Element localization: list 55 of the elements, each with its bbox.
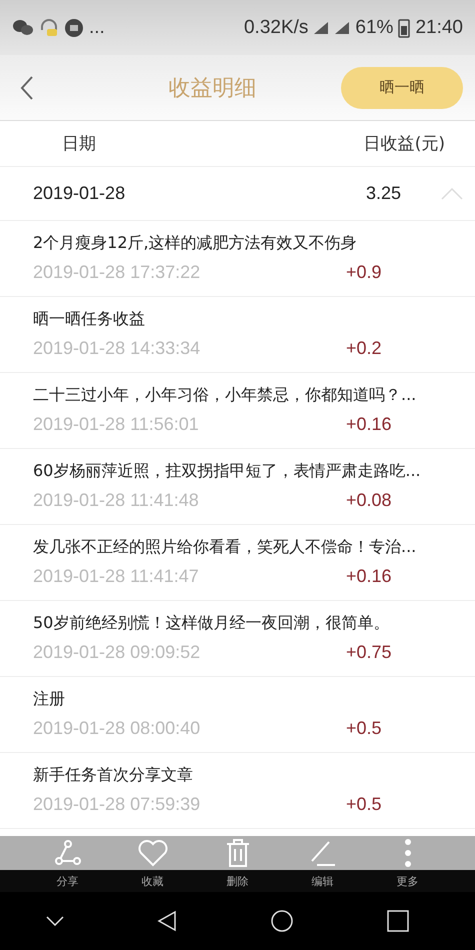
record-amount: +0.08	[346, 490, 392, 511]
date-group-row[interactable]: 2019-01-28 3.25	[0, 167, 475, 221]
group-date: 2019-01-28	[33, 183, 126, 204]
chat-icon	[12, 18, 34, 36]
group-total: 3.25	[366, 183, 401, 204]
column-header: 日收益(元)	[364, 133, 445, 155]
more-icon[interactable]	[404, 838, 412, 868]
network-speed: 0.32K/s	[244, 16, 308, 38]
recents-icon[interactable]	[386, 910, 409, 932]
record-amount: +0.16	[346, 414, 392, 435]
more-notifications: ...	[89, 16, 105, 38]
chevron-down-icon[interactable]	[46, 916, 64, 926]
clock: 21:40	[415, 16, 463, 38]
record-time: 2019-01-28 11:41:47	[33, 566, 200, 587]
share-button[interactable]: 晒一晒	[341, 66, 463, 108]
record-time: 2019-01-28 09:09:52	[33, 642, 202, 663]
record-time: 2019-01-28 11:41:48	[33, 490, 200, 511]
toolbar-label[interactable]: 分享	[25, 874, 110, 888]
collapse-icon[interactable]	[441, 188, 463, 200]
record-title: 2个月瘦身12斤,这样的减肥方法有效又不伤身	[33, 233, 358, 254]
record-amount: +0.5	[346, 794, 382, 815]
share-icon[interactable]	[54, 839, 82, 867]
record-amount: +0.75	[346, 642, 392, 663]
app-icon	[64, 18, 84, 38]
home-icon[interactable]	[270, 909, 294, 933]
signal-icon	[313, 20, 330, 34]
record-title: 晒一晒任务收益	[33, 309, 146, 330]
record-title: 注册	[33, 689, 66, 710]
record-amount: +0.16	[346, 566, 392, 587]
record-time: 2019-01-28 17:37:22	[33, 262, 202, 283]
toolbar-label[interactable]: 编辑	[280, 874, 365, 888]
trash-icon[interactable]	[224, 838, 250, 868]
pencil-icon[interactable]	[308, 839, 336, 867]
toolbar-label[interactable]: 删除	[195, 874, 280, 888]
record-time: 2019-01-28 14:33:34	[33, 338, 202, 359]
record-amount: +0.9	[346, 262, 382, 283]
record-time: 2019-01-28 07:59:39	[33, 794, 202, 815]
headset-icon	[39, 18, 59, 38]
battery-icon	[398, 18, 410, 38]
record-amount: +0.5	[346, 718, 382, 739]
record-title: 60岁杨丽萍近照，拄双拐指甲短了，表情严肃走路吃...	[33, 461, 422, 482]
column-header: 日期	[62, 133, 97, 155]
record-title: 50岁前绝经别慌！这样做月经一夜回潮，很简单。	[33, 613, 390, 634]
page-title: 收益明细	[168, 74, 258, 102]
record-title: 发几张不正经的照片给你看看，笑死人不偿命！专治...	[33, 537, 418, 558]
record-title: 二十三过小年，小年习俗，小年禁忌，你都知道吗？...	[33, 385, 418, 406]
signal-icon	[334, 20, 350, 34]
heart-icon[interactable]	[138, 839, 168, 867]
record-time: 2019-01-28 11:56:01	[33, 414, 200, 435]
toolbar-label[interactable]: 收藏	[110, 874, 195, 888]
toolbar-label[interactable]: 更多	[365, 874, 450, 888]
record-title: 新手任务首次分享文章	[33, 765, 194, 786]
record-amount: +0.2	[346, 338, 382, 359]
record-time: 2019-01-28 08:00:40	[33, 718, 202, 739]
battery-percent: 61%	[355, 16, 394, 38]
